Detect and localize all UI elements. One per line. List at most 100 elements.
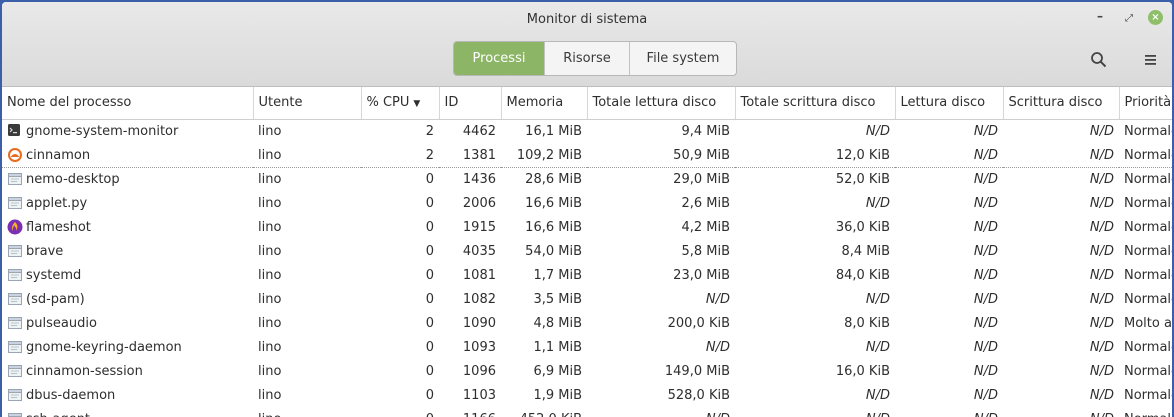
column-header-read[interactable]: Lettura disco — [895, 87, 1004, 120]
pid-cell: 1103 — [462, 387, 496, 403]
user-cell: lino — [258, 387, 282, 403]
read-cell: N/D — [973, 195, 998, 211]
process-name-cell: gnome-keyring-daemon — [2, 335, 253, 359]
process-name: ssh-agent — [26, 412, 90, 417]
generic-icon — [7, 315, 23, 331]
maximize-button[interactable]: ⤢ — [1121, 10, 1137, 26]
pid-cell: 1093 — [462, 339, 496, 355]
read-cell: N/D — [973, 219, 998, 235]
total-read-cell: 9,4 MiB — [681, 123, 730, 139]
user-cell: lino — [253, 142, 361, 168]
table-row[interactable]: ssh-agentlino01166452,0 KiBN/DN/DN/DN/DN… — [2, 407, 1172, 417]
generic-icon — [7, 267, 23, 283]
user-cell: lino — [258, 243, 282, 259]
table-row[interactable]: cinnamon-session lino 0 1096 6,9 MiB 149,0 Mi… — [2, 359, 1172, 383]
total-read-cell: 50,9 MiB — [587, 142, 735, 168]
column-header-user[interactable]: Utente — [253, 87, 362, 120]
column-header-priority[interactable]: Priorità — [1119, 87, 1172, 120]
cpu-cell: 2 — [425, 123, 434, 139]
table-row[interactable]: nemo-desktop lino 0 1436 28,6 MiB 29,0 MiB 52,… — [2, 167, 1172, 191]
memory-cell: 28,6 MiB — [525, 171, 582, 187]
tab-risorse[interactable]: Risorse — [545, 42, 630, 75]
process-name-cell: pulseaudio — [2, 311, 253, 335]
window-title: Monitor di sistema — [526, 12, 648, 27]
close-button[interactable]: × — [1148, 10, 1163, 25]
total-read-cell: 528,0 KiB — [667, 387, 730, 403]
read-cell: N/D — [973, 339, 998, 355]
write-cell: N/D — [1089, 123, 1114, 139]
column-header-name[interactable]: Nome del processo — [2, 87, 254, 120]
column-header-write[interactable]: Scrittura disco — [1003, 87, 1120, 120]
priority-cell: Normale — [1124, 363, 1172, 379]
column-header-total-write[interactable]: Totale scrittura disco — [735, 87, 896, 120]
process-name: cinnamon-session — [26, 363, 143, 379]
column-header-cpu-label: % CPU — [366, 95, 410, 111]
pid-cell: 1096 — [462, 363, 496, 379]
priority-cell: Normale — [1124, 219, 1172, 235]
process-name-cell: (sd-pam) — [2, 287, 253, 311]
generic-icon — [7, 387, 23, 403]
memory-cell: 16,6 MiB — [525, 195, 582, 211]
total-write-cell: 8,4 MiB — [841, 243, 890, 259]
memory-cell: 16,1 MiB — [525, 123, 582, 139]
pid-cell: 1081 — [462, 267, 496, 283]
cpu-cell: 2 — [361, 142, 439, 168]
priority-cell: Molto al — [1124, 315, 1172, 331]
process-table: Nome del processo Utente % CPU ▼ ID Memor… — [2, 87, 1172, 417]
process-name: gnome-system-monitor — [26, 123, 179, 139]
table-row[interactable]: gnome-system-monitor lino 2 4462 16,1 MiB 9,4… — [2, 119, 1172, 143]
read-cell: N/D — [973, 315, 998, 331]
total-write-cell: 12,0 KiB — [735, 142, 895, 168]
tab-processi[interactable]: Processi — [454, 42, 545, 75]
priority-cell: Normale — [1124, 387, 1172, 403]
system-monitor-window: Monitor di sistema – ⤢ × Processi Risors… — [2, 2, 1172, 417]
generic-icon — [7, 171, 23, 187]
pid-cell: 4035 — [462, 243, 496, 259]
total-write-cell: N/D — [735, 407, 895, 417]
process-name: brave — [26, 243, 64, 259]
table-row[interactable]: cinnamon lino 2 1381 109,2 MiB 50,9 MiB 12,0 K… — [2, 142, 1172, 168]
column-header-memory[interactable]: Memoria — [501, 87, 588, 120]
process-name-cell: dbus-daemon — [2, 383, 253, 407]
process-name: pulseaudio — [26, 315, 97, 331]
table-row[interactable]: (sd-pam) lino 0 1082 3,5 MiB N/D N/D N/D N/D Norm… — [2, 287, 1172, 311]
total-read-cell: 200,0 KiB — [667, 315, 730, 331]
table-row[interactable]: dbus-daemon lino 0 1103 1,9 MiB 528,0 KiB N/D N… — [2, 383, 1172, 407]
cpu-cell: 0 — [425, 339, 434, 355]
hamburger-menu-icon[interactable] — [1142, 51, 1160, 69]
total-read-cell: 29,0 MiB — [673, 171, 730, 187]
search-icon[interactable] — [1090, 51, 1108, 69]
minimize-button[interactable]: – — [1092, 8, 1108, 24]
write-cell: N/D — [1089, 171, 1114, 187]
memory-cell: 1,7 MiB — [533, 267, 582, 283]
column-header-total-read[interactable]: Totale lettura disco — [587, 87, 736, 120]
tab-file-system[interactable]: File system — [630, 42, 736, 75]
user-cell: lino — [258, 195, 282, 211]
table-row[interactable]: gnome-keyring-daemon lino 0 1093 1,1 MiB N/D N… — [2, 335, 1172, 359]
memory-cell: 3,5 MiB — [533, 291, 582, 307]
total-read-cell: N/D — [705, 339, 730, 355]
table-row[interactable]: pulseaudio lino 0 1090 4,8 MiB 200,0 KiB 8,0 K… — [2, 311, 1172, 335]
table-row[interactable]: flameshot lino 0 1915 16,6 MiB 4,2 MiB 36,0 Ki… — [2, 215, 1172, 239]
read-cell: N/D — [895, 407, 1003, 417]
cpu-cell: 0 — [425, 291, 434, 307]
total-write-cell: 84,0 KiB — [835, 267, 890, 283]
memory-cell: 6,9 MiB — [533, 363, 582, 379]
column-header-id[interactable]: ID — [439, 87, 502, 120]
table-row[interactable]: systemd lino 0 1081 1,7 MiB 23,0 MiB 84,0 KiB N… — [2, 263, 1172, 287]
table-row[interactable]: brave lino 0 4035 54,0 MiB 5,8 MiB 8,4 MiB N/D N… — [2, 239, 1172, 263]
read-cell: N/D — [973, 171, 998, 187]
total-read-cell: 4,2 MiB — [681, 219, 730, 235]
cpu-cell: 0 — [425, 267, 434, 283]
pid-cell: 1436 — [462, 171, 496, 187]
process-name-cell: applet.py — [2, 191, 253, 215]
pid-cell: 1090 — [462, 315, 496, 331]
generic-icon — [7, 195, 23, 211]
flameshot-icon — [7, 219, 23, 235]
table-row[interactable]: applet.py lino 0 2006 16,6 MiB 2,6 MiB N/D N/D N… — [2, 191, 1172, 215]
write-cell: N/D — [1089, 243, 1114, 259]
cpu-cell: 0 — [425, 243, 434, 259]
total-read-cell: 149,0 MiB — [664, 363, 730, 379]
generic-icon — [7, 243, 23, 259]
column-header-cpu[interactable]: % CPU ▼ — [361, 87, 440, 120]
